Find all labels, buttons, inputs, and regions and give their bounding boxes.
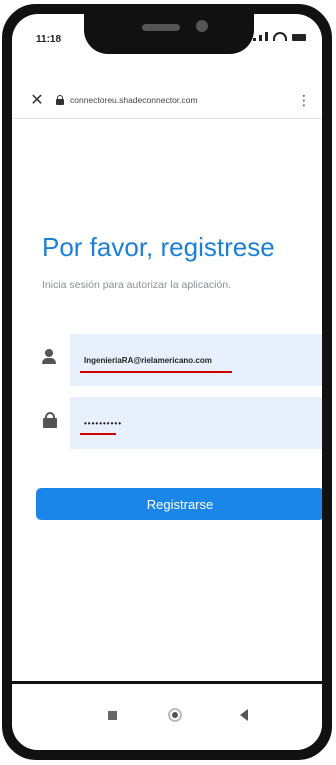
user-icon (42, 349, 56, 365)
camera-icon (196, 20, 208, 32)
browser-toolbar: ✕ connectoreu.shadeconnector.com ⋮ (12, 82, 322, 119)
battery-icon (292, 34, 306, 41)
register-button[interactable]: Registrarse (36, 488, 322, 520)
lock-icon (43, 412, 57, 428)
signal-icon (253, 38, 256, 41)
status-icons (253, 32, 306, 41)
url-text[interactable]: connectoreu.shadeconnector.com (70, 95, 294, 105)
android-nav-bar (12, 681, 322, 750)
home-icon[interactable] (168, 708, 182, 722)
more-menu-icon[interactable]: ⋮ (294, 92, 314, 109)
recents-icon[interactable] (108, 711, 117, 720)
phone-notch (84, 14, 254, 54)
password-field[interactable] (70, 397, 322, 449)
email-annotation-underline (80, 371, 232, 373)
status-bar: 11:18 (12, 14, 322, 72)
close-icon[interactable]: ✕ (24, 90, 50, 110)
page-subtitle: Inicia sesión para autorizar la aplicaci… (42, 279, 232, 291)
wifi-icon (273, 32, 287, 41)
back-icon[interactable] (240, 709, 248, 721)
speaker-grille (142, 24, 180, 31)
status-time: 11:18 (36, 34, 62, 45)
email-field[interactable] (70, 334, 322, 386)
page-title: Por favor, registrese (42, 232, 275, 262)
signal-icon (265, 32, 268, 41)
password-annotation-underline (80, 433, 116, 435)
phone-screen: 11:18 ✕ connectoreu.shadeconnector.com ⋮… (12, 14, 322, 750)
lock-icon (56, 95, 64, 105)
phone-frame: 11:18 ✕ connectoreu.shadeconnector.com ⋮… (2, 4, 332, 760)
signal-icon (259, 35, 262, 41)
